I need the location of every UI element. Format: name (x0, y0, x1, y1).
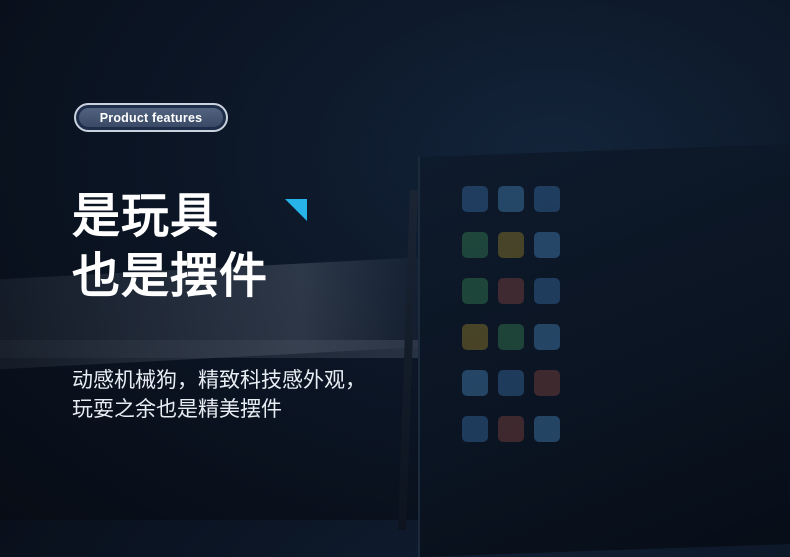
desktop-app-icon (498, 232, 524, 258)
icon-row (462, 324, 592, 350)
badge-label: Product features (99, 110, 203, 125)
description: 动感机械狗，精致科技感外观， 玩耍之余也是精美摆件 (72, 366, 366, 424)
desktop-app-icon (462, 324, 488, 350)
desktop-app-icon (498, 278, 524, 304)
product-features-badge: Product features (74, 103, 228, 132)
desktop-app-icon (462, 186, 488, 212)
desktop-app-icon (498, 324, 524, 350)
desktop-app-icon (534, 232, 560, 258)
desktop-app-icon (534, 324, 560, 350)
desktop-app-icon (462, 232, 488, 258)
desktop-app-icon (498, 370, 524, 396)
title-line-2: 也是摆件 (72, 248, 269, 304)
icon-row (462, 370, 592, 396)
icon-row (462, 186, 592, 212)
background-desk-edge (0, 340, 420, 358)
desktop-app-icon (534, 370, 560, 396)
desktop-app-icon (462, 370, 488, 396)
description-line-1: 动感机械狗，精致科技感外观， (72, 368, 366, 392)
desktop-app-icon (462, 278, 488, 304)
icon-row (462, 232, 592, 258)
description-line-2: 玩耍之余也是精美摆件 (72, 397, 282, 421)
triangle-accent-icon (285, 199, 307, 221)
desktop-app-icon (498, 416, 524, 442)
icon-row (462, 278, 592, 304)
title-line-1: 是玩具 (72, 188, 220, 244)
desktop-app-icon (534, 186, 560, 212)
desktop-app-icon (498, 186, 524, 212)
icon-row (462, 416, 592, 442)
background-monitor-bezel (398, 189, 418, 531)
page-title: 是玩具 也是摆件 (72, 186, 268, 306)
desktop-app-icon (462, 416, 488, 442)
desktop-app-icon (534, 278, 560, 304)
background-desktop-icons (462, 186, 592, 462)
desktop-app-icon (534, 416, 560, 442)
